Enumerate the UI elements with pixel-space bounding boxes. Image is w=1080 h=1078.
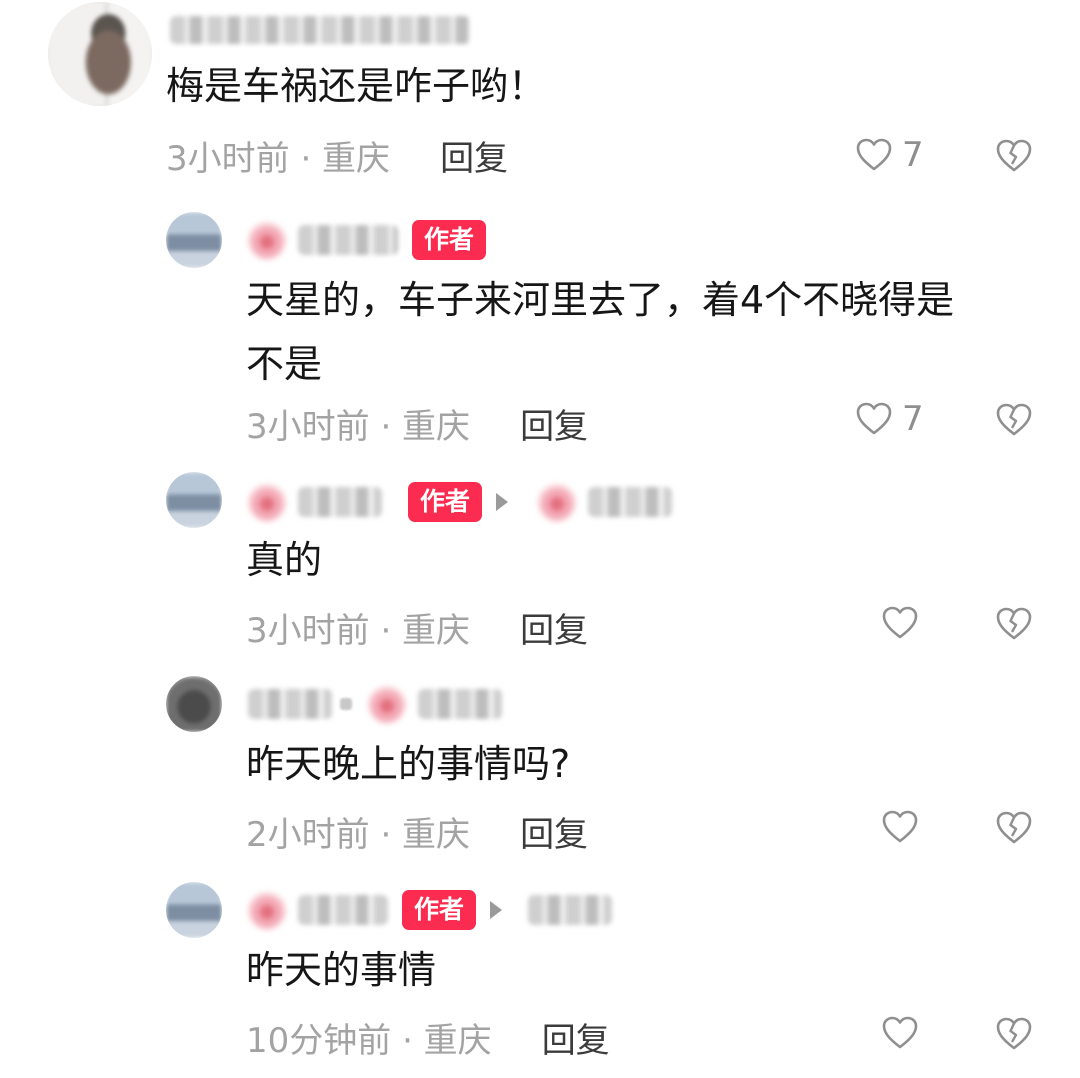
reply-item: 作者 昨天的事情 10分钟前 · 重庆 回复	[0, 876, 1080, 1076]
triangle-right-icon	[490, 901, 503, 919]
like-button[interactable]	[880, 1008, 928, 1058]
reply-item: 作者 真的 3小时前 · 重庆 回复	[0, 464, 1080, 664]
author-badge: 作者	[402, 890, 477, 930]
comment-meta: 10分钟前 · 重庆 回复	[246, 1012, 610, 1062]
comment-meta: 3小时前 · 重庆 回复	[246, 398, 588, 448]
reply-button[interactable]: 回复	[440, 131, 508, 180]
reply-button[interactable]: 回复	[542, 1013, 610, 1062]
author-badge: 作者	[408, 482, 483, 522]
comment-text: 天星的，车子来河里去了，着4个不晓得是 不是	[246, 278, 955, 386]
heart-outline-icon	[882, 606, 918, 639]
like-button[interactable]	[880, 598, 928, 648]
comment-text: 昨天晚上的事情吗?	[246, 742, 571, 786]
username-blurred[interactable]	[248, 680, 502, 728]
avatar[interactable]	[166, 676, 222, 732]
like-button[interactable]	[880, 802, 928, 852]
flower-avatar-icon	[248, 220, 286, 260]
username-blurred[interactable]: 作者	[248, 886, 613, 934]
broken-heart-icon[interactable]	[994, 400, 1034, 440]
like-button[interactable]: 7	[854, 394, 924, 444]
flower-avatar-icon	[248, 890, 286, 930]
time-location: 3小时前 · 重庆	[166, 138, 391, 179]
flower-avatar-icon	[368, 684, 406, 724]
heart-outline-icon	[856, 138, 892, 171]
comment-text: 昨天的事情	[246, 948, 437, 992]
flower-avatar-icon	[538, 482, 577, 522]
comment-text: 真的	[246, 538, 323, 582]
comment-meta: 3小时前 · 重庆 回复	[246, 602, 588, 652]
reply-button[interactable]: 回复	[520, 603, 588, 652]
flower-avatar-icon	[248, 482, 286, 522]
username-blurred[interactable]	[170, 6, 470, 54]
reply-item: 作者 天星的，车子来河里去了，着4个不晓得是 不是 3小时前 · 重庆 回复 7	[0, 206, 1080, 456]
reply-button[interactable]: 回复	[520, 807, 588, 856]
time-location: 3小时前 · 重庆	[246, 406, 471, 447]
reply-item: 昨天晚上的事情吗? 2小时前 · 重庆 回复	[0, 670, 1080, 870]
avatar[interactable]	[166, 472, 222, 528]
comment-item: 梅是车祸还是咋子哟！ 3小时前 · 重庆 回复 7	[0, 0, 1080, 190]
broken-heart-icon[interactable]	[994, 136, 1034, 176]
like-count: 7	[902, 135, 924, 175]
comment-meta: 3小时前 · 重庆 回复	[166, 130, 508, 180]
like-button[interactable]: 7	[854, 130, 924, 180]
time-location: 3小时前 · 重庆	[246, 610, 471, 651]
heart-outline-icon	[882, 1016, 918, 1049]
comment-text: 梅是车祸还是咋子哟！	[166, 64, 547, 108]
avatar[interactable]	[166, 212, 222, 268]
heart-outline-icon	[856, 402, 892, 435]
like-count: 7	[902, 399, 924, 439]
author-badge: 作者	[412, 220, 487, 260]
avatar[interactable]	[48, 2, 152, 106]
heart-outline-icon	[882, 810, 918, 843]
triangle-right-icon	[496, 493, 509, 511]
comment-meta: 2小时前 · 重庆 回复	[246, 806, 588, 856]
time-location: 2小时前 · 重庆	[246, 814, 471, 855]
broken-heart-icon[interactable]	[994, 1014, 1034, 1054]
username-blurred[interactable]: 作者	[248, 216, 494, 264]
avatar[interactable]	[166, 882, 222, 938]
broken-heart-icon[interactable]	[994, 604, 1034, 644]
time-location: 10分钟前 · 重庆	[246, 1020, 492, 1061]
reply-button[interactable]: 回复	[520, 399, 588, 448]
triangle-right-icon	[340, 698, 352, 710]
username-blurred[interactable]: 作者	[248, 478, 673, 526]
broken-heart-icon[interactable]	[994, 808, 1034, 848]
